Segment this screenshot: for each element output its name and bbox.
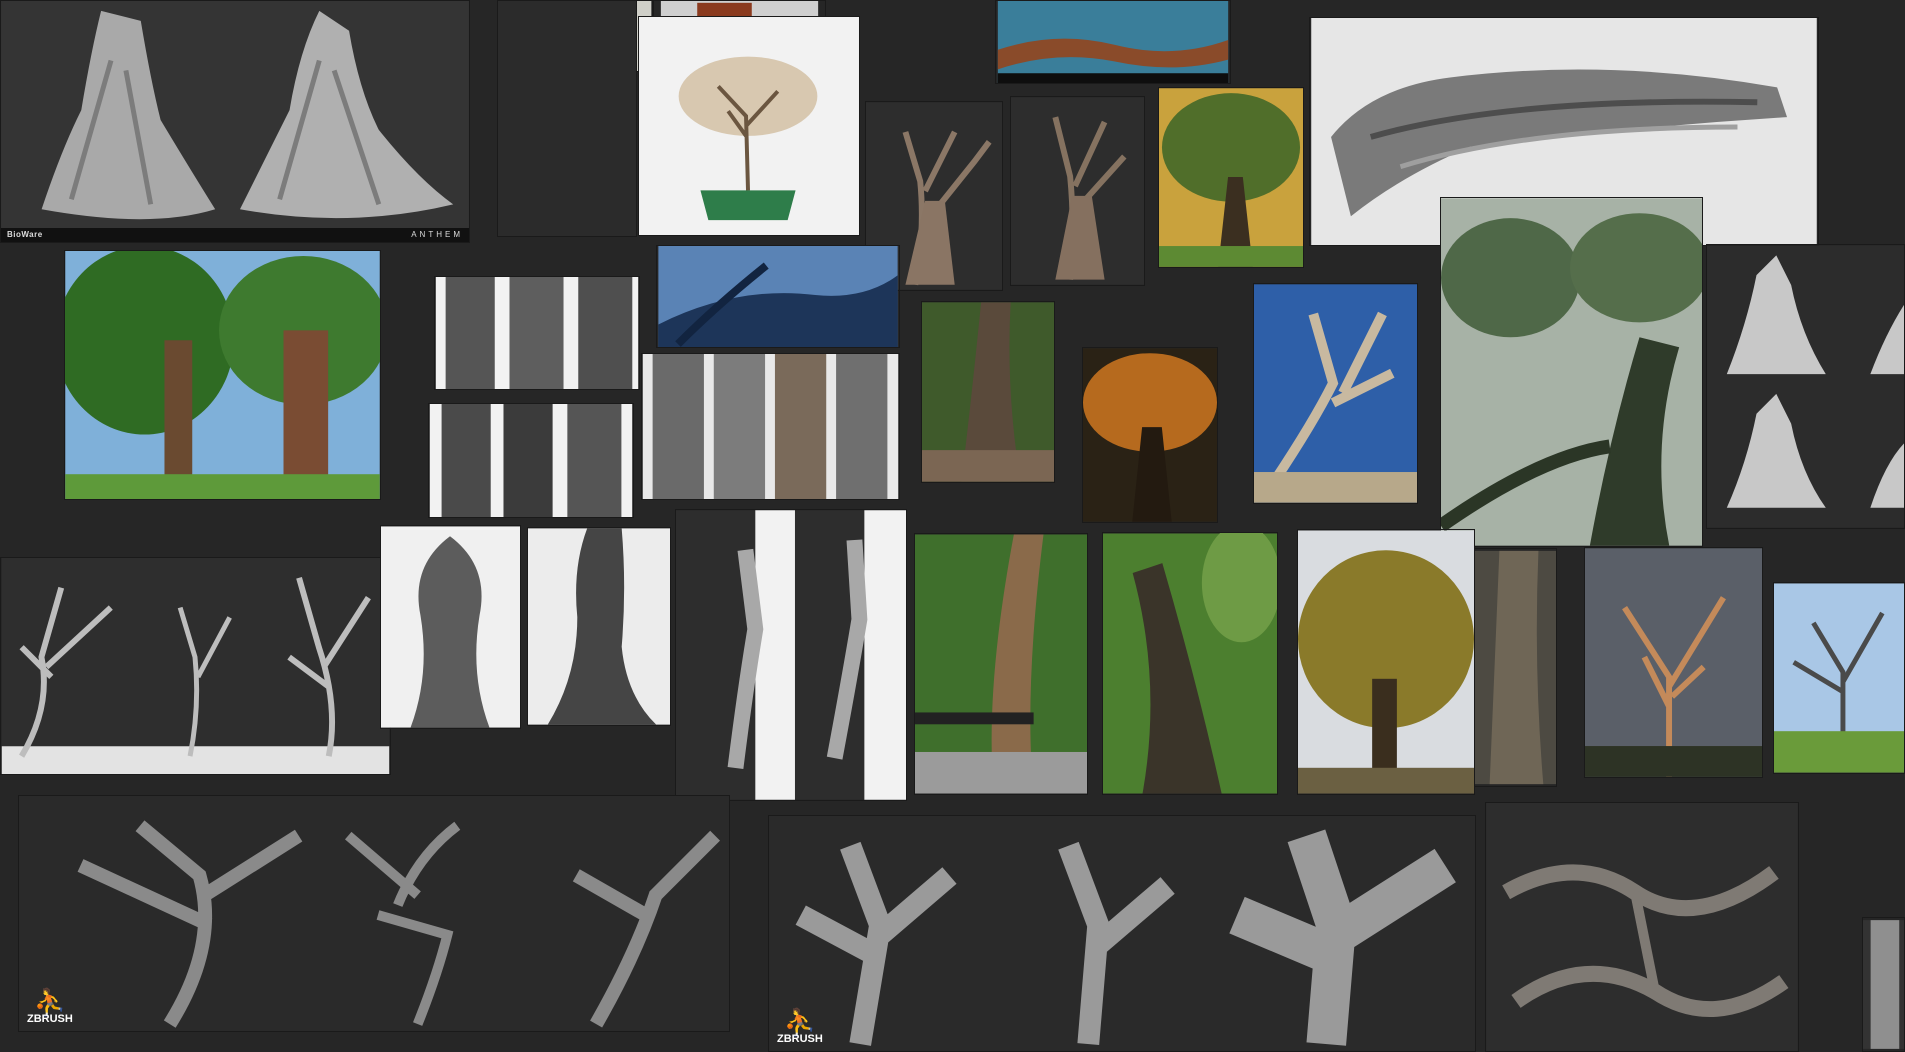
vine-trunk-bench-photo[interactable] xyxy=(914,533,1088,795)
zbrush-tree-sculpts-b-illustration xyxy=(770,816,1474,1051)
oak-yellow-photo[interactable] xyxy=(1297,529,1475,795)
bark-texture-top[interactable] xyxy=(434,276,640,390)
zbrush-logo-b: ⛹ ZBRUSH xyxy=(777,1007,823,1045)
zbrush-tree-sculpts-a-illustration xyxy=(21,796,727,1031)
fantasy-forest-illustration xyxy=(1441,198,1702,546)
dead-tree-meadow-illustration xyxy=(1774,583,1904,773)
edge-sculpt-illustration xyxy=(1863,920,1904,1049)
roots-sculpt[interactable] xyxy=(1485,802,1799,1052)
zbrush-tree-sculpts-b[interactable]: ⛹ ZBRUSH xyxy=(768,815,1476,1052)
stump-sculpt-grid-illustration xyxy=(1707,245,1904,528)
twisted-forest-photo[interactable] xyxy=(1102,532,1278,795)
branch-sculpt-pair-illustration xyxy=(676,510,906,800)
zbrush-logo-b-text: ZBRUSH xyxy=(777,1033,823,1045)
oak-yellow-illustration xyxy=(1298,530,1474,794)
twisted-forest-illustration xyxy=(1103,533,1277,794)
zbrush-logo-a-text: ZBRUSH xyxy=(27,1013,73,1025)
twisted-trunk-illustration xyxy=(922,302,1054,482)
blue-branch-illustration xyxy=(997,1,1229,83)
twisted-trunk-photo[interactable] xyxy=(921,301,1055,483)
dead-tree-meadow-photo[interactable] xyxy=(1773,582,1905,774)
bristlecone-photo[interactable] xyxy=(1253,283,1418,504)
bark-texture-mid[interactable] xyxy=(428,403,634,518)
bioware-caption: BioWare ANTHEM xyxy=(1,228,469,242)
anthem-logo-text: ANTHEM xyxy=(411,230,463,239)
bark-strips-illustration xyxy=(642,354,899,499)
bioware-logo-text: BioWare xyxy=(7,230,43,239)
branch-sculpts-illustration xyxy=(1,558,390,774)
stump-sculpt-image[interactable]: BioWare ANTHEM xyxy=(0,0,470,243)
bark-strips[interactable] xyxy=(641,353,900,500)
gnarled-trunk-sketch-b[interactable] xyxy=(527,527,671,726)
vine-trunk-bench-illustration xyxy=(915,534,1087,794)
trunk-closeup-photo[interactable] xyxy=(1474,548,1557,787)
zbrush-figure-icon: ⛹ xyxy=(783,1007,817,1037)
bark-texture-top-illustration xyxy=(435,277,639,389)
oak-autumn-photo[interactable] xyxy=(1158,87,1304,268)
stump-sculpt-illustration xyxy=(1,1,469,242)
gnarled-trunk-sketch-a[interactable] xyxy=(380,525,521,729)
roots-sculpt-illustration xyxy=(1486,803,1798,1051)
bonsai-white-illustration xyxy=(639,17,859,235)
bark-texture-mid-illustration xyxy=(429,404,633,517)
tree-sculpt-back[interactable] xyxy=(1010,96,1145,286)
redwood-park-illustration xyxy=(65,251,380,499)
dead-tree-storm-photo[interactable] xyxy=(1584,547,1763,778)
zbrush-logo-a: ⛹ ZBRUSH xyxy=(27,987,73,1025)
oak-autumn-illustration xyxy=(1159,88,1303,267)
bristlecone-illustration xyxy=(1254,284,1417,503)
edge-sculpt-tile[interactable] xyxy=(1862,917,1905,1052)
bonsai-photo-white[interactable] xyxy=(638,16,860,236)
dead-tree-storm-illustration xyxy=(1585,548,1762,777)
redwood-park-photo[interactable] xyxy=(64,250,381,500)
branch-sculpts-row[interactable] xyxy=(0,557,391,775)
blue-forest-painting[interactable] xyxy=(656,245,900,348)
zbrush-tree-sculpts-a[interactable]: ⛹ ZBRUSH xyxy=(18,795,730,1032)
dark-panel xyxy=(497,0,637,237)
gnarled-trunk-sketch-a-illustration xyxy=(381,526,520,728)
zbrush-figure-icon: ⛹ xyxy=(33,987,67,1017)
orange-autumn-illustration xyxy=(1083,348,1217,522)
trunk-closeup-illustration xyxy=(1475,550,1556,785)
fantasy-forest-painting[interactable] xyxy=(1440,197,1703,547)
blue-forest-illustration xyxy=(658,246,898,347)
moodboard-canvas: BioWare ANTHEM ⛹ ZBRUSH ⛹ ZBRUSH xyxy=(0,0,1905,1052)
blue-branch-painting[interactable] xyxy=(995,0,1231,84)
tree-sculpt-back-illustration xyxy=(1011,97,1144,285)
branch-sculpt-pair[interactable] xyxy=(675,509,907,801)
stump-sculpt-grid[interactable] xyxy=(1706,244,1905,529)
orange-autumn-photo[interactable] xyxy=(1082,347,1218,523)
gnarled-trunk-sketch-b-illustration xyxy=(528,528,670,725)
